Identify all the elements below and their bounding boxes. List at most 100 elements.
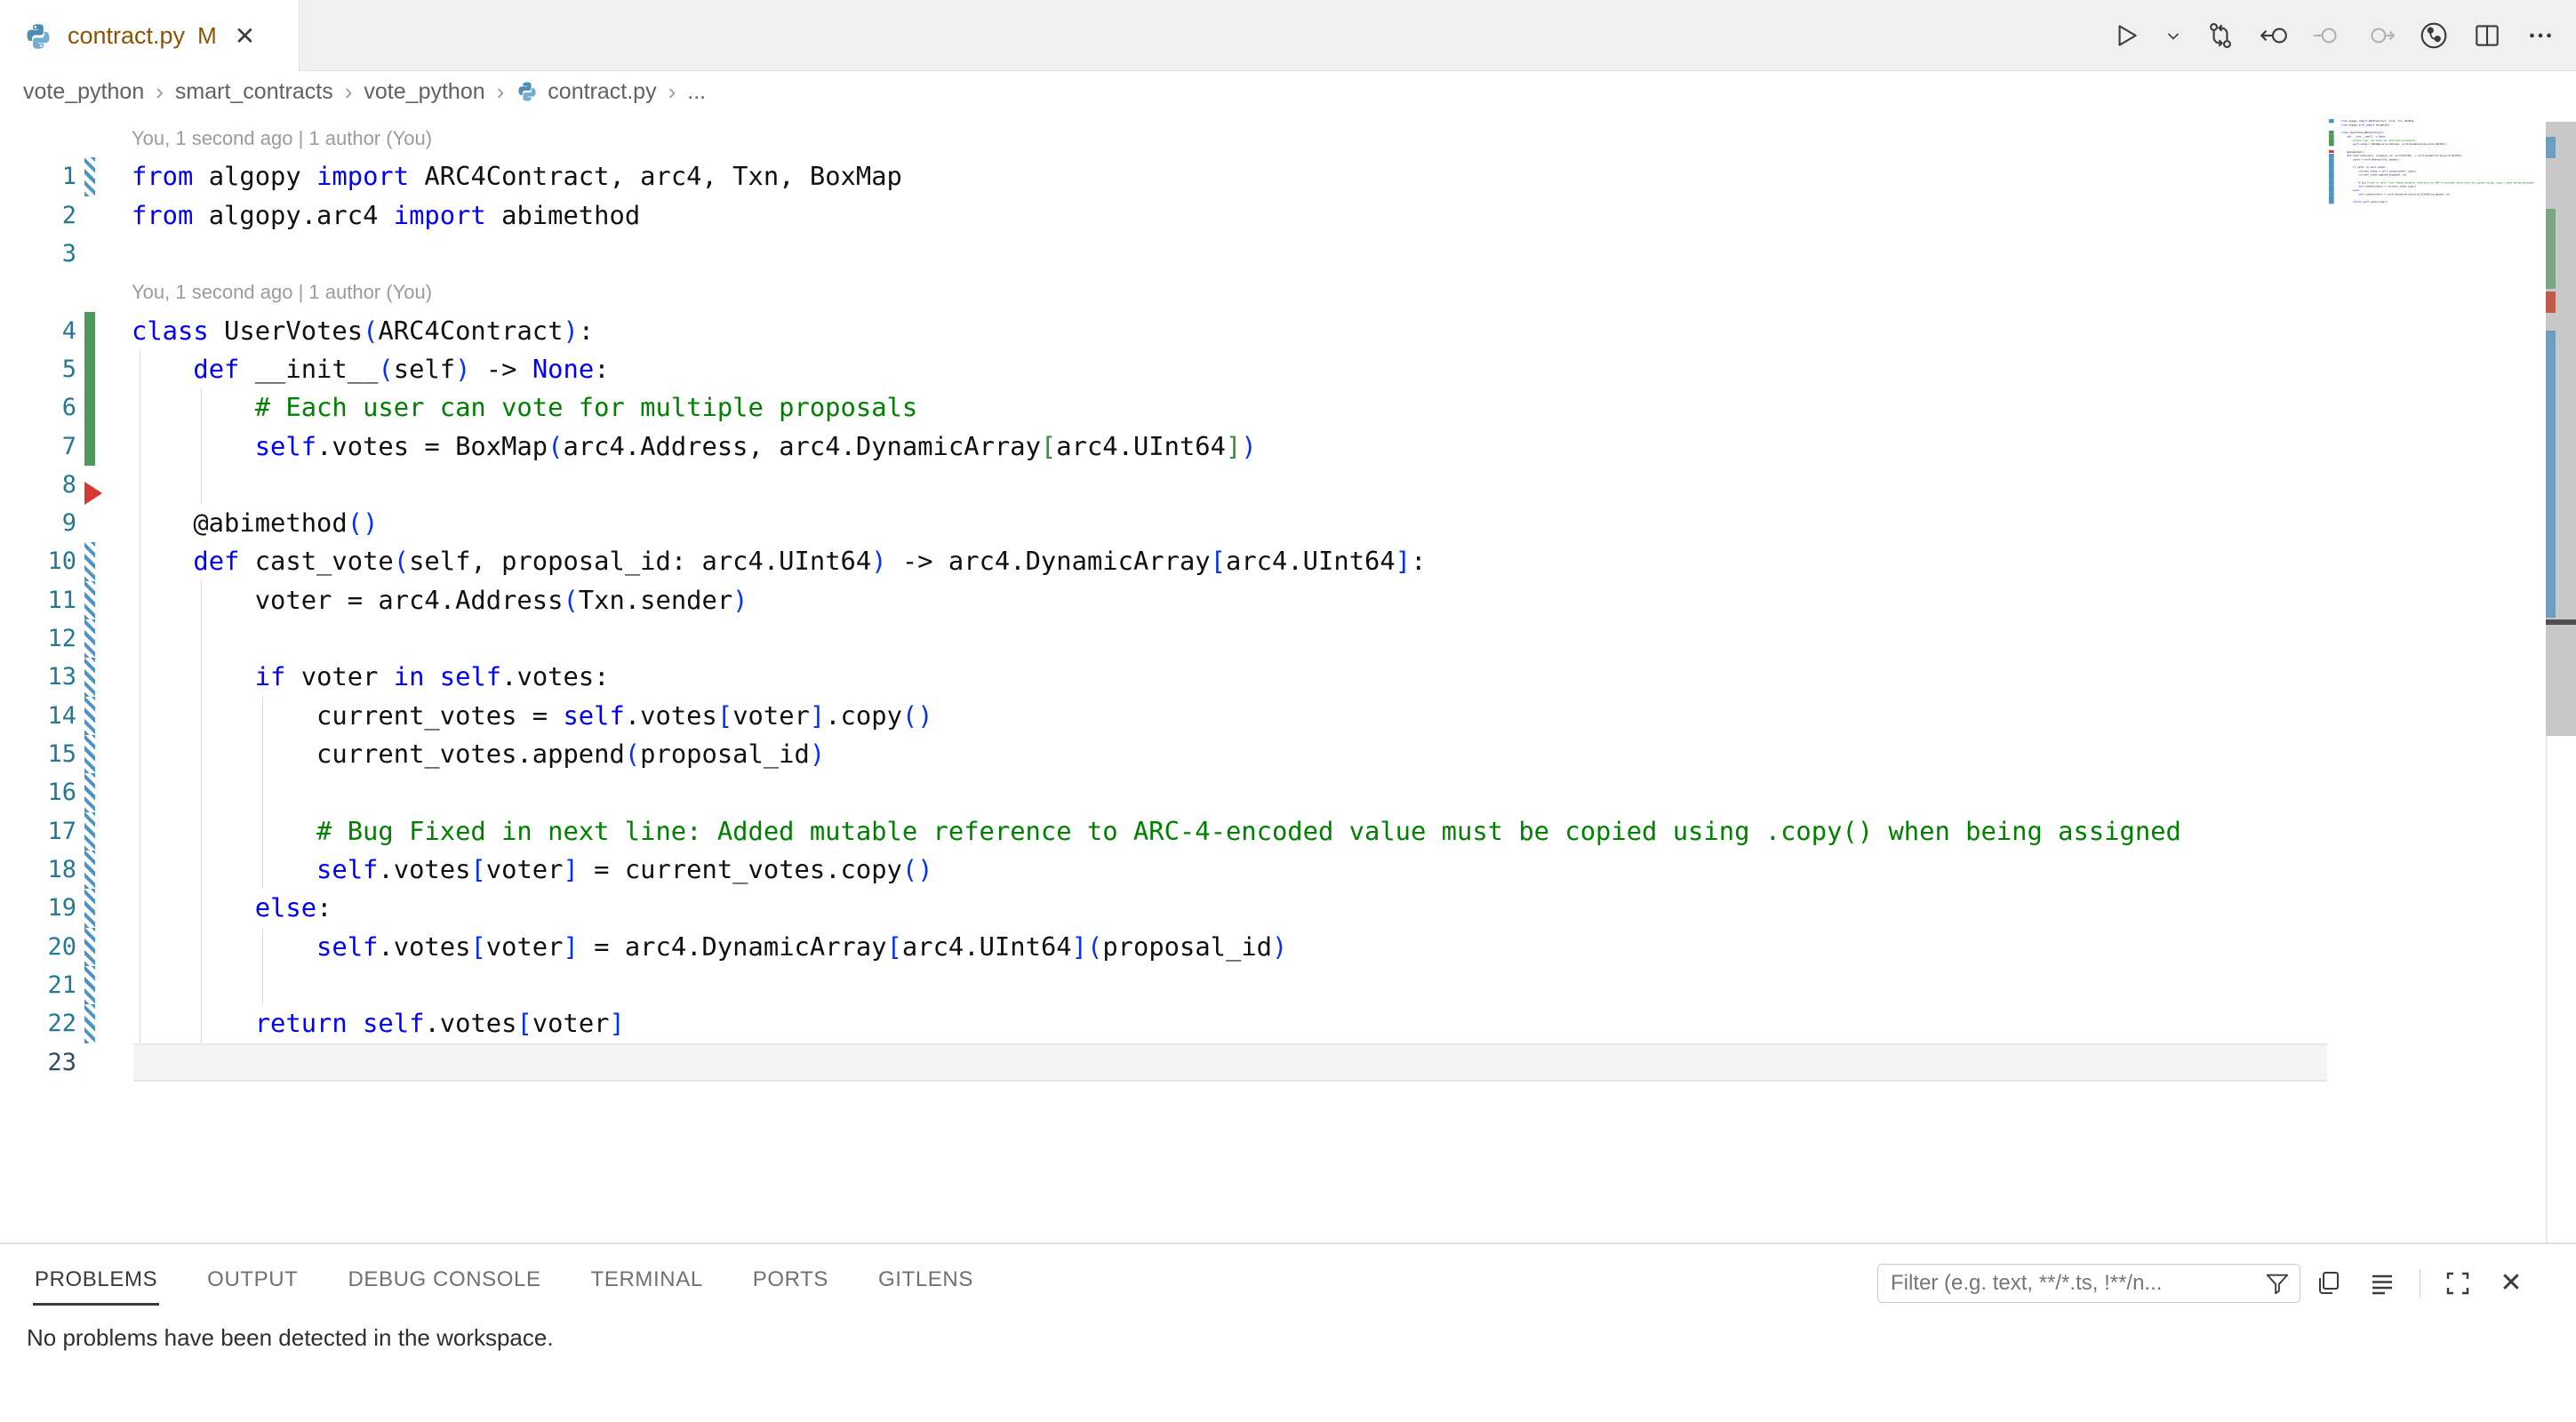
compare-changes-icon[interactable] <box>2204 20 2236 52</box>
code-line[interactable]: 3 <box>0 235 2576 273</box>
line-number[interactable]: 9 <box>0 504 76 542</box>
code-line[interactable]: 4class UserVotes(ARC4Contract): <box>0 312 2576 350</box>
run-button[interactable] <box>2110 20 2142 52</box>
code-line[interactable]: 16 <box>0 773 2576 811</box>
code-line[interactable]: 10 def cast_vote(self, proposal_id: arc4… <box>0 542 2576 580</box>
panel-tab-gitlens[interactable]: GITLENS <box>876 1262 975 1306</box>
more-actions-icon[interactable] <box>2524 20 2556 52</box>
next-change-icon[interactable] <box>2364 20 2396 52</box>
indent-guide <box>201 619 202 658</box>
line-number[interactable]: 2 <box>0 196 76 235</box>
code-line[interactable]: 19 else: <box>0 889 2576 927</box>
code-line[interactable]: 14 current_votes = self.votes[voter].cop… <box>0 697 2576 735</box>
line-number[interactable]: 1 <box>0 157 76 196</box>
line-number[interactable]: 8 <box>0 466 76 504</box>
line-number[interactable]: 21 <box>0 966 76 1004</box>
line-number[interactable]: 4 <box>0 312 76 350</box>
minimap[interactable]: 1from algopy import ARC4Contract, arc4, … <box>2329 119 2546 350</box>
breadcrumb-item[interactable]: ... <box>687 79 706 105</box>
code-line[interactable]: 18 self.votes[voter] = current_votes.cop… <box>0 851 2576 889</box>
code-line[interactable]: 5 def __init__(self) -> None: <box>0 350 2576 388</box>
line-number[interactable]: 7 <box>0 427 76 466</box>
split-editor-icon[interactable] <box>2471 20 2503 52</box>
code-line[interactable]: 8 <box>0 466 2576 504</box>
filter-input[interactable] <box>1878 1271 2264 1296</box>
overview-modified-mark <box>2546 331 2556 618</box>
python-icon <box>516 80 539 103</box>
line-number[interactable]: 20 <box>0 928 76 966</box>
line-number[interactable]: 17 <box>0 812 76 851</box>
breadcrumb-item[interactable]: contract.py <box>548 79 656 105</box>
panel-tab-ports[interactable]: PORTS <box>751 1262 830 1306</box>
code-line[interactable]: 22 return self.votes[voter] <box>0 1004 2576 1043</box>
line-number[interactable]: 18 <box>0 851 76 889</box>
panel-tab-problems[interactable]: PROBLEMS <box>33 1262 159 1306</box>
close-tab-icon[interactable]: ✕ <box>235 21 255 51</box>
panel-tab-output[interactable]: OUTPUT <box>205 1262 300 1306</box>
tab-label[interactable]: contract.py <box>68 22 185 50</box>
code-editor[interactable]: You, 1 second ago | 1 author (You)1from … <box>0 111 2576 1242</box>
problems-message: No problems have been detected in the wo… <box>27 1324 554 1352</box>
commit-graph-icon[interactable] <box>2418 20 2450 52</box>
gitlens-annotation-text[interactable]: You, 1 second ago | 1 author (You) <box>132 119 432 157</box>
git-gutter-added-indicator <box>84 388 95 427</box>
code-line[interactable]: 21 <box>0 966 2576 1004</box>
panel-tab-terminal[interactable]: TERMINAL <box>589 1262 705 1306</box>
code-line[interactable]: 7 self.votes = BoxMap(arc4.Address, arc4… <box>0 427 2576 466</box>
run-dropdown-chevron-icon[interactable] <box>2164 20 2183 52</box>
overview-modified-mark <box>2546 137 2556 158</box>
code-line[interactable]: 15 current_votes.append(proposal_id) <box>0 735 2576 773</box>
code-line[interactable]: 12 <box>0 619 2576 658</box>
indent-guide <box>201 773 202 811</box>
duplicate-icon[interactable] <box>2313 1267 2345 1299</box>
gitlens-annotation[interactable]: You, 1 second ago | 1 author (You) <box>0 119 2576 157</box>
line-number[interactable]: 6 <box>0 388 76 427</box>
line-number[interactable]: 16 <box>0 773 76 811</box>
tab-contract-py[interactable]: contract.py M ✕ <box>0 0 300 72</box>
line-number[interactable]: 5 <box>0 350 76 388</box>
chevron-right-icon: › <box>497 78 505 106</box>
list-icon[interactable] <box>2366 1267 2398 1299</box>
line-number[interactable]: 10 <box>0 542 76 580</box>
git-gutter-deleted-indicator <box>2329 150 2334 153</box>
code-line[interactable]: 17 # Bug Fixed in next line: Added mutab… <box>0 812 2576 851</box>
panel-tab-debug-console[interactable]: DEBUG CONSOLE <box>346 1262 542 1306</box>
line-number[interactable]: 13 <box>0 658 76 696</box>
code-line[interactable]: 13 if voter in self.votes: <box>0 658 2576 696</box>
code-lines: You, 1 second ago | 1 author (You)1from … <box>0 119 2576 1082</box>
breadcrumb-item[interactable]: smart_contracts <box>175 79 333 105</box>
git-gutter-modified-indicator <box>84 851 95 889</box>
line-number[interactable]: 14 <box>0 697 76 735</box>
line-number[interactable]: 12 <box>0 619 76 658</box>
code-line[interactable]: 1from algopy import ARC4Contract, arc4, … <box>0 157 2576 196</box>
open-changes-with-previous-icon[interactable] <box>2258 20 2290 52</box>
previous-change-icon[interactable] <box>2311 20 2343 52</box>
code-line[interactable]: 2from algopy.arc4 import abimethod <box>0 196 2576 235</box>
gitlens-annotation-text[interactable]: You, 1 second ago | 1 author (You) <box>132 273 432 311</box>
code-line[interactable]: 11 voter = arc4.Address(Txn.sender) <box>0 581 2576 619</box>
gitlens-annotation[interactable]: You, 1 second ago | 1 author (You) <box>0 273 2576 311</box>
code-line[interactable]: 20 self.votes[voter] = arc4.DynamicArray… <box>0 928 2576 966</box>
line-number[interactable]: 22 <box>0 1004 76 1043</box>
code-line[interactable]: 23 <box>0 1043 2576 1082</box>
code-line[interactable]: 9 @abimethod() <box>0 504 2576 542</box>
close-panel-icon[interactable]: ✕ <box>2495 1267 2527 1299</box>
git-gutter-deleted-indicator <box>84 482 102 505</box>
code-line[interactable]: 6 # Each user can vote for multiple prop… <box>0 388 2576 427</box>
git-gutter-added-indicator <box>84 350 95 388</box>
scrollbar[interactable] <box>2546 122 2576 736</box>
line-number[interactable]: 15 <box>0 735 76 773</box>
breadcrumb-item[interactable]: vote_python <box>364 79 484 105</box>
line-number[interactable]: 23 <box>0 1043 76 1082</box>
line-number[interactable]: 19 <box>0 889 76 927</box>
line-number[interactable]: 11 <box>0 581 76 619</box>
editor-actions <box>2110 0 2556 71</box>
maximize-panel-icon[interactable] <box>2442 1267 2474 1299</box>
filter-funnel-icon[interactable] <box>2264 1270 2291 1297</box>
code-line[interactable]: 23 <box>2329 204 2546 207</box>
git-gutter-modified-indicator <box>84 773 95 811</box>
line-number[interactable]: 3 <box>0 235 76 273</box>
breadcrumb-item[interactable]: vote_python <box>23 79 144 105</box>
panel-tabs: PROBLEMS OUTPUT DEBUG CONSOLE TERMINAL PORTS… <box>33 1262 975 1306</box>
breadcrumb: vote_python›smart_contracts›vote_python›… <box>0 72 2576 111</box>
